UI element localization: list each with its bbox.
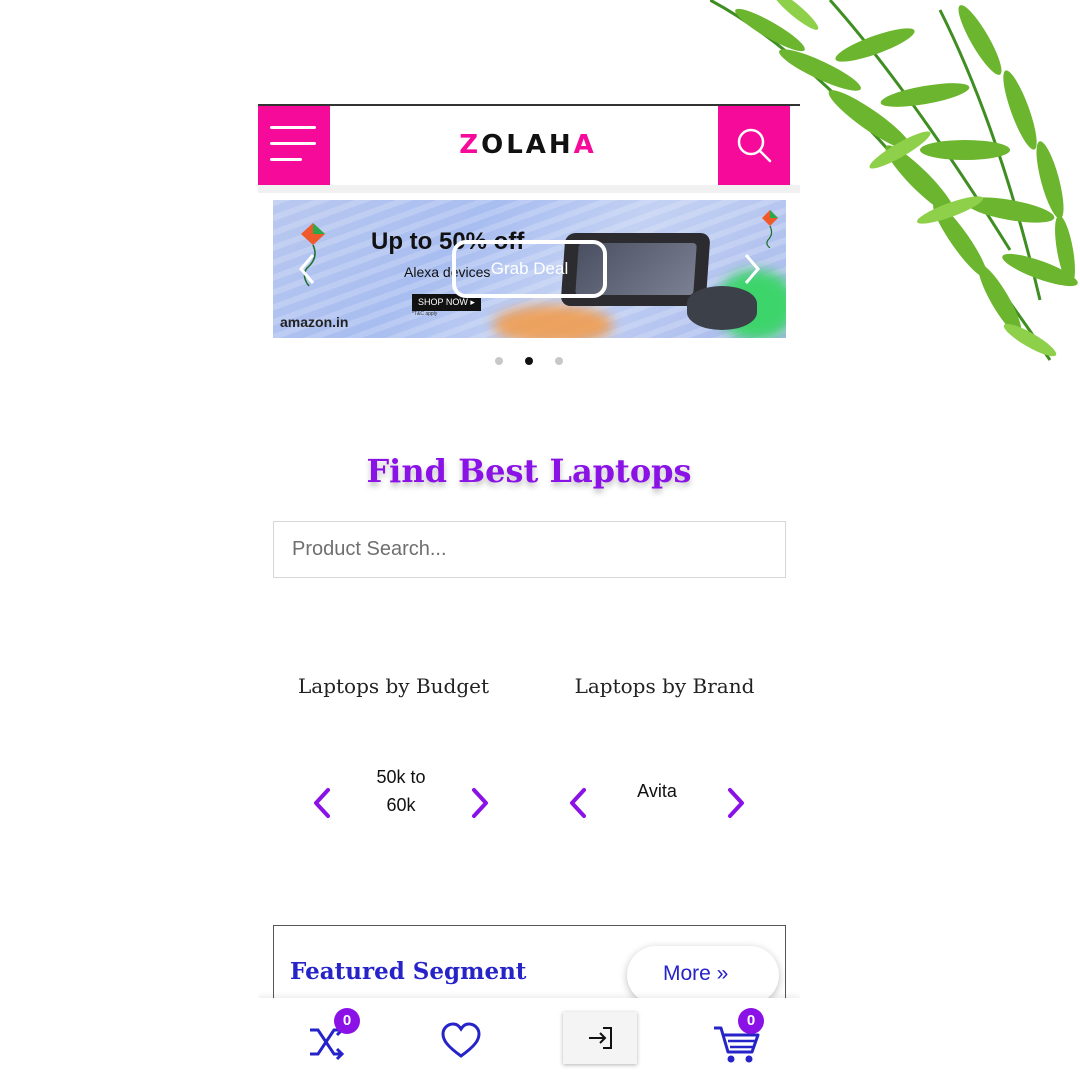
budget-prev-button[interactable] [308,784,338,822]
cart-button[interactable]: 0 [708,1008,768,1068]
kite-icon [762,210,778,248]
logo-text: ZOLAHA [459,130,597,160]
logo[interactable]: ZOLAHA [438,130,618,166]
section-title: Find Best Laptops [366,452,692,490]
banner-prev-button[interactable] [297,252,317,294]
brand-next-button[interactable] [720,784,750,822]
login-button[interactable] [563,1012,637,1064]
bottom-nav: 0 0 [258,998,800,1080]
phone-screen: ZOLAHA Up to 50% off Alexa devices SHOP … [258,104,800,1080]
carousel-dots [258,352,800,370]
banner-next-button[interactable] [742,252,762,294]
more-label: More » [663,962,729,985]
grab-deal-button[interactable]: Grab Deal [452,240,607,298]
menu-button[interactable] [258,106,330,185]
more-button[interactable]: More » [627,946,779,1004]
cart-count-badge: 0 [738,1008,764,1034]
featured-title: Featured Segment [290,958,527,985]
banner-brand: amazon.in [280,314,349,330]
heart-icon [441,1022,481,1058]
wishlist-button[interactable] [431,1008,491,1068]
search-icon [737,128,772,163]
chevron-left-icon [299,254,315,284]
app-header: ZOLAHA [258,106,800,185]
carousel-dot[interactable] [555,357,564,365]
promo-banner[interactable]: Up to 50% off Alexa devices SHOP NOW ▸ *… [273,200,786,338]
carousel-dot-active[interactable] [525,357,533,365]
brand-prev-button[interactable] [564,784,594,822]
login-icon [589,1027,612,1049]
terms-text: *T&C apply [412,311,438,317]
product-search-input[interactable] [273,521,786,578]
compare-count-badge: 0 [334,1008,360,1034]
budget-next-button[interactable] [464,784,494,822]
hamburger-icon [270,126,316,129]
chevron-right-icon [744,254,760,284]
brand-label: Laptops by Brand [574,674,755,698]
header-spacer [258,185,800,193]
budget-label: Laptops by Budget [297,674,490,698]
budget-value: 50k to 60k [376,767,426,815]
carousel-dot[interactable] [494,357,503,365]
search-button[interactable] [718,106,790,185]
brand-value: Avita [637,781,677,801]
compare-button[interactable]: 0 [298,1008,360,1068]
